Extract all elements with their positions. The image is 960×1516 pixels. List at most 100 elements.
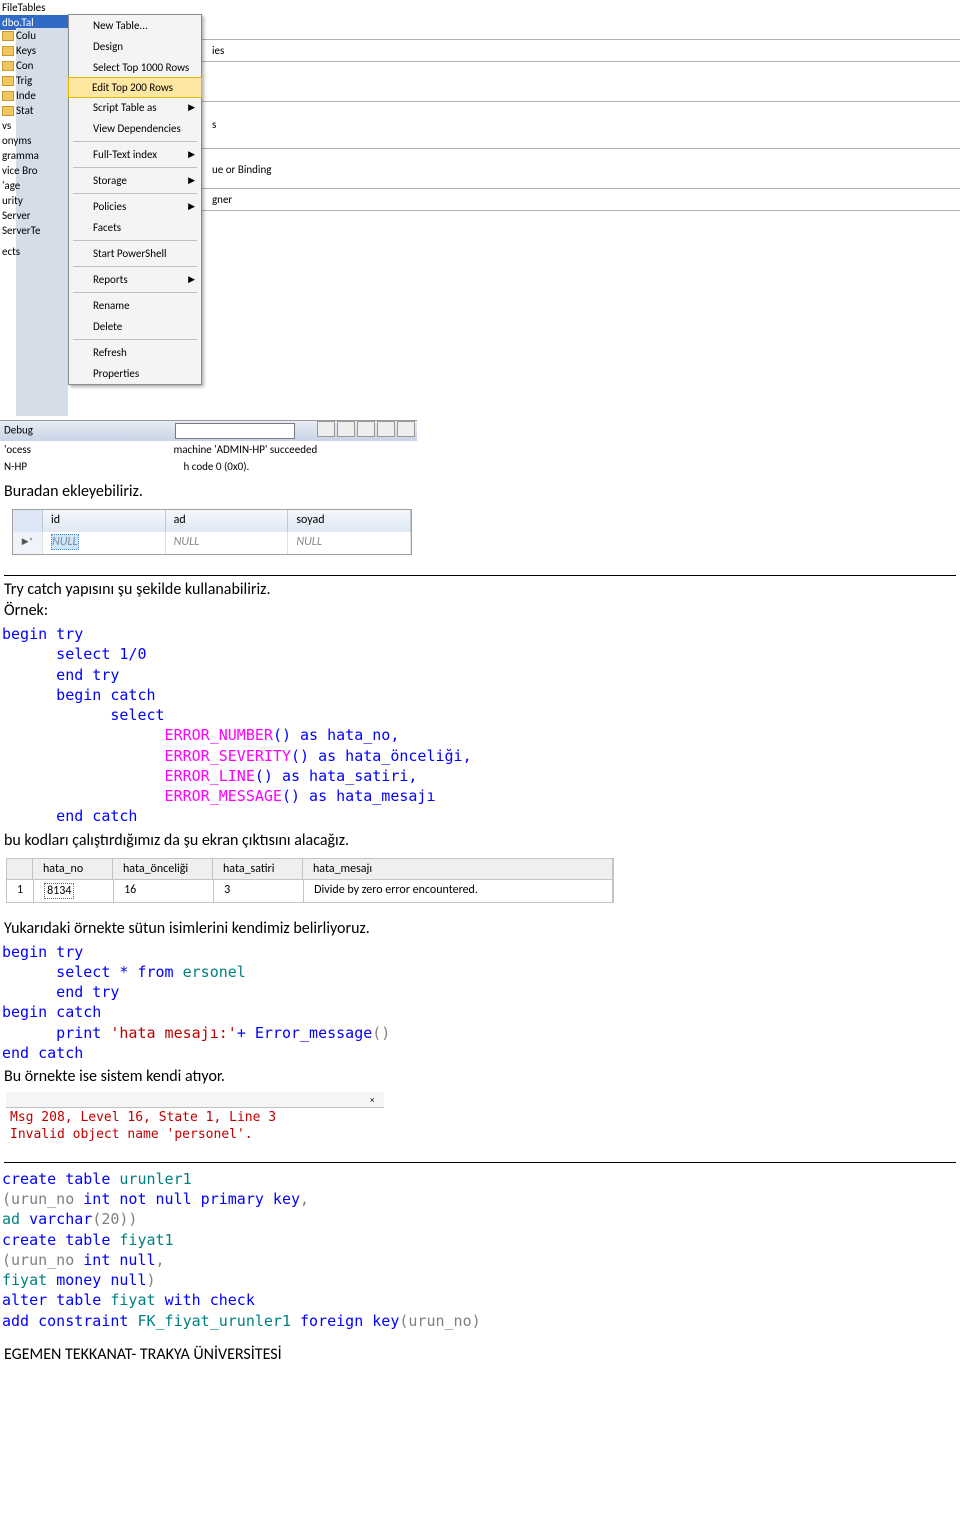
prop-row: s (202, 102, 960, 149)
folder-icon (2, 61, 14, 71)
menu-item-select-top[interactable]: Select Top 1000 Rows (69, 57, 201, 78)
submenu-arrow-icon: ▶ (188, 175, 195, 186)
cell[interactable]: NULL (43, 532, 166, 554)
menu-item-refresh[interactable]: Refresh (69, 342, 201, 363)
prop-row: gner (202, 189, 960, 211)
menu-item-new-table[interactable]: New Table... (69, 15, 201, 36)
menu-separator (73, 292, 197, 293)
menu-item-script[interactable]: Script Table as▶ (69, 97, 201, 118)
tree-node[interactable]: Colu (0, 28, 68, 43)
menu-item-properties[interactable]: Properties (69, 363, 201, 384)
menu-item-design[interactable]: Design (69, 36, 201, 57)
menu-separator (73, 240, 197, 241)
code-block: create table urunler1 (urun_no int not n… (0, 1169, 960, 1331)
tree-node[interactable]: Trig (0, 73, 68, 88)
menu-item-view-deps[interactable]: View Dependencies (69, 118, 201, 139)
menu-item-rename[interactable]: Rename (69, 295, 201, 316)
cell[interactable]: NULL (166, 532, 289, 554)
folder-icon (2, 76, 14, 86)
submenu-arrow-icon: ▶ (188, 201, 195, 212)
code-block: begin try select * from ersonel end try … (0, 942, 960, 1064)
tree-node[interactable]: Stat (0, 103, 68, 118)
messages-header: × (6, 1092, 384, 1108)
column-header[interactable]: id (43, 510, 166, 532)
body-text: bu kodları çalıştırdığımız da şu ekran ç… (4, 831, 956, 850)
ssms-screenshot: FileTables dbo.Tal Colu Keys Con Trig In… (0, 0, 960, 478)
debug-label: Debug (4, 424, 33, 437)
row-header (13, 510, 43, 532)
menu-item-edit-top[interactable]: Edit Top 200 Rows (68, 77, 202, 98)
context-menu: New Table... Design Select Top 1000 Rows… (68, 14, 202, 385)
menu-item-fulltext[interactable]: Full-Text index▶ (69, 144, 201, 165)
tree-node[interactable]: Inde (0, 88, 68, 103)
error-message: Msg 208, Level 16, State 1, Line 3 Inval… (6, 1108, 384, 1146)
menu-separator (73, 141, 197, 142)
submenu-arrow-icon: ▶ (188, 149, 195, 160)
page-footer: EGEMEN TEKKANAT- TRAKYA ÜNİVERSİTESİ (0, 1331, 960, 1366)
column-header[interactable]: hata_mesajı (303, 859, 613, 879)
folder-icon (2, 31, 14, 41)
output-text: machine 'ADMIN-HP' succeeded (173, 443, 317, 456)
menu-item-facets[interactable]: Facets (69, 217, 201, 238)
column-header[interactable]: hata_satiri (213, 859, 303, 879)
output-line: N-HP (4, 460, 27, 473)
cell[interactable]: 3 (214, 880, 304, 902)
close-icon[interactable]: × (370, 1095, 380, 1105)
tree-node[interactable]: ects (0, 244, 68, 259)
tree-node[interactable]: Keys (0, 43, 68, 58)
menu-item-reports[interactable]: Reports▶ (69, 269, 201, 290)
body-text: Yukarıdaki örnekte sütun isimlerini kend… (4, 919, 956, 938)
row-indicator: ▶* (13, 532, 43, 554)
menu-item-policies[interactable]: Policies▶ (69, 196, 201, 217)
folder-icon (2, 46, 14, 56)
cell[interactable]: 16 (114, 880, 214, 902)
column-header[interactable]: soyad (288, 510, 411, 532)
right-panel: ies s ue or Binding gner (202, 0, 960, 211)
tree-node[interactable]: onyms (0, 133, 68, 148)
cell[interactable]: NULL (288, 532, 411, 554)
menu-item-powershell[interactable]: Start PowerShell (69, 243, 201, 264)
messages-panel: × Msg 208, Level 16, State 1, Line 3 Inv… (6, 1092, 384, 1146)
tree-node[interactable]: vice Bro (0, 163, 68, 178)
menu-item-storage[interactable]: Storage▶ (69, 170, 201, 191)
body-text: Bu örnekte ise sistem kendi atıyor. (4, 1067, 956, 1086)
tree-node[interactable]: gramma (0, 148, 68, 163)
prop-row: ue or Binding (202, 149, 960, 189)
cell[interactable]: 8134 (34, 880, 114, 902)
toolbar-button[interactable] (337, 421, 355, 437)
menu-separator (73, 339, 197, 340)
menu-separator (73, 167, 197, 168)
column-header[interactable]: hata_no (33, 859, 113, 879)
tree-node[interactable]: FileTables (0, 0, 68, 15)
column-header[interactable]: ad (166, 510, 289, 532)
tree-node[interactable]: vs (0, 118, 68, 133)
cell[interactable]: Divide by zero error encountered. (304, 880, 613, 902)
row-header (7, 859, 33, 879)
toolbar-button[interactable] (317, 421, 335, 437)
submenu-arrow-icon: ▶ (188, 274, 195, 285)
separator (4, 575, 956, 576)
separator (4, 1162, 956, 1163)
menu-item-delete[interactable]: Delete (69, 316, 201, 337)
body-text: Örnek: (4, 601, 956, 620)
tree-node[interactable]: Con (0, 58, 68, 73)
prop-row: ies (202, 40, 960, 62)
tree-node[interactable]: 'age (0, 178, 68, 193)
tree-node[interactable]: Server (0, 208, 68, 223)
result-grid: hata_no hata_önceliği hata_satiri hata_m… (6, 858, 614, 903)
folder-icon (2, 91, 14, 101)
tree-node[interactable]: ServerTe (0, 223, 68, 238)
body-text: Try catch yapısını şu şekilde kullanabil… (4, 580, 956, 599)
column-header[interactable]: hata_önceliği (113, 859, 213, 879)
toolbar-button[interactable] (357, 421, 375, 437)
debug-panel: Debug 'ocess machine 'ADMIN-HP' succeede… (0, 420, 417, 475)
data-grid: id ad soyad ▶* NULL NULL NULL (12, 509, 412, 555)
submenu-arrow-icon: ▶ (188, 102, 195, 113)
toolbar-button[interactable] (397, 421, 415, 437)
toolbar-button[interactable] (377, 421, 395, 437)
body-text: Buradan ekleyebiliriz. (4, 482, 956, 501)
tree-node[interactable]: urity (0, 193, 68, 208)
debug-dropdown[interactable] (175, 423, 295, 439)
code-block: begin try select 1/0 end try begin catch… (0, 624, 960, 827)
menu-separator (73, 193, 197, 194)
